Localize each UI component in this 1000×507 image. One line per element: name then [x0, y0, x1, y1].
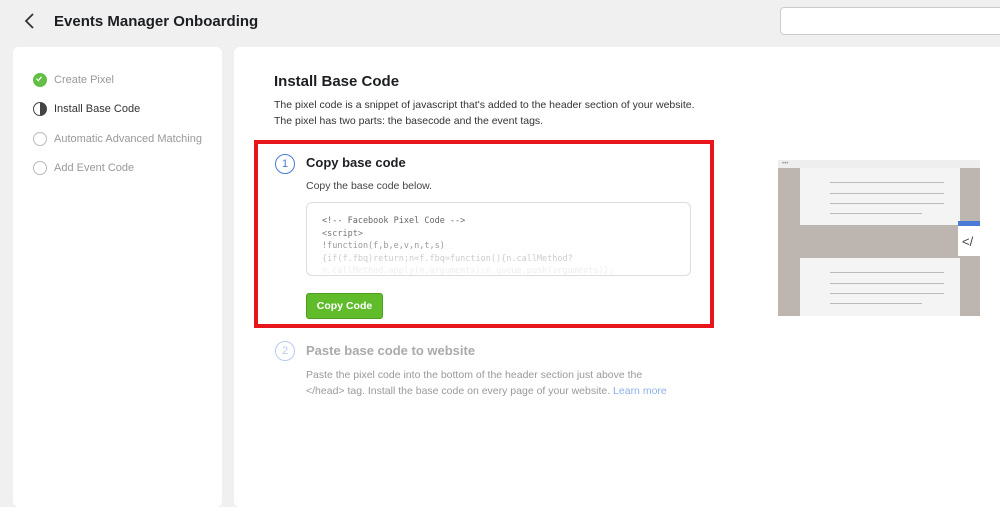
sidebar-step-create-pixel[interactable]: Create Pixel: [33, 73, 114, 87]
half-circle-icon: [33, 102, 47, 116]
step-number-1: 1: [275, 154, 295, 174]
step-label: Automatic Advanced Matching: [54, 133, 202, 145]
sidebar-step-automatic-advanced-matching[interactable]: Automatic Advanced Matching: [33, 132, 202, 146]
step-label: Install Base Code: [54, 103, 141, 115]
step-label: Create Pixel: [54, 74, 114, 86]
search-input[interactable]: [780, 7, 1000, 35]
code-tag-icon: </: [958, 226, 980, 256]
step1-title: Copy base code: [306, 155, 406, 170]
step2-text: Paste the pixel code into the bottom of …: [306, 369, 667, 397]
learn-more-link[interactable]: Learn more: [613, 385, 667, 397]
header: Events Manager Onboarding: [0, 0, 1000, 44]
section-title: Install Base Code: [274, 73, 400, 90]
back-arrow-icon[interactable]: [20, 11, 40, 31]
empty-circle-icon: [33, 132, 47, 146]
sidebar: Create Pixel Install Base Code Automatic…: [13, 47, 222, 507]
sidebar-step-install-base-code[interactable]: Install Base Code: [33, 102, 140, 116]
section-description: The pixel code is a snippet of javascrip…: [274, 99, 695, 127]
empty-circle-icon: [33, 161, 47, 175]
main-panel: Install Base Code The pixel code is a sn…: [234, 47, 1000, 507]
browser-illustration: ••• </: [778, 160, 980, 316]
copy-code-button[interactable]: Copy Code: [306, 293, 383, 319]
page-title: Events Manager Onboarding: [54, 13, 259, 30]
step-label: Add Event Code: [54, 162, 135, 174]
step1-subtitle: Copy the base code below.: [306, 180, 433, 192]
sidebar-step-add-event-code[interactable]: Add Event Code: [33, 161, 134, 175]
step-number-2: 2: [275, 341, 295, 361]
step2-title: Paste base code to website: [306, 343, 476, 358]
code-block[interactable]: <!-- Facebook Pixel Code --> <script> !fun…: [306, 202, 691, 276]
check-circle-icon: [33, 73, 47, 87]
